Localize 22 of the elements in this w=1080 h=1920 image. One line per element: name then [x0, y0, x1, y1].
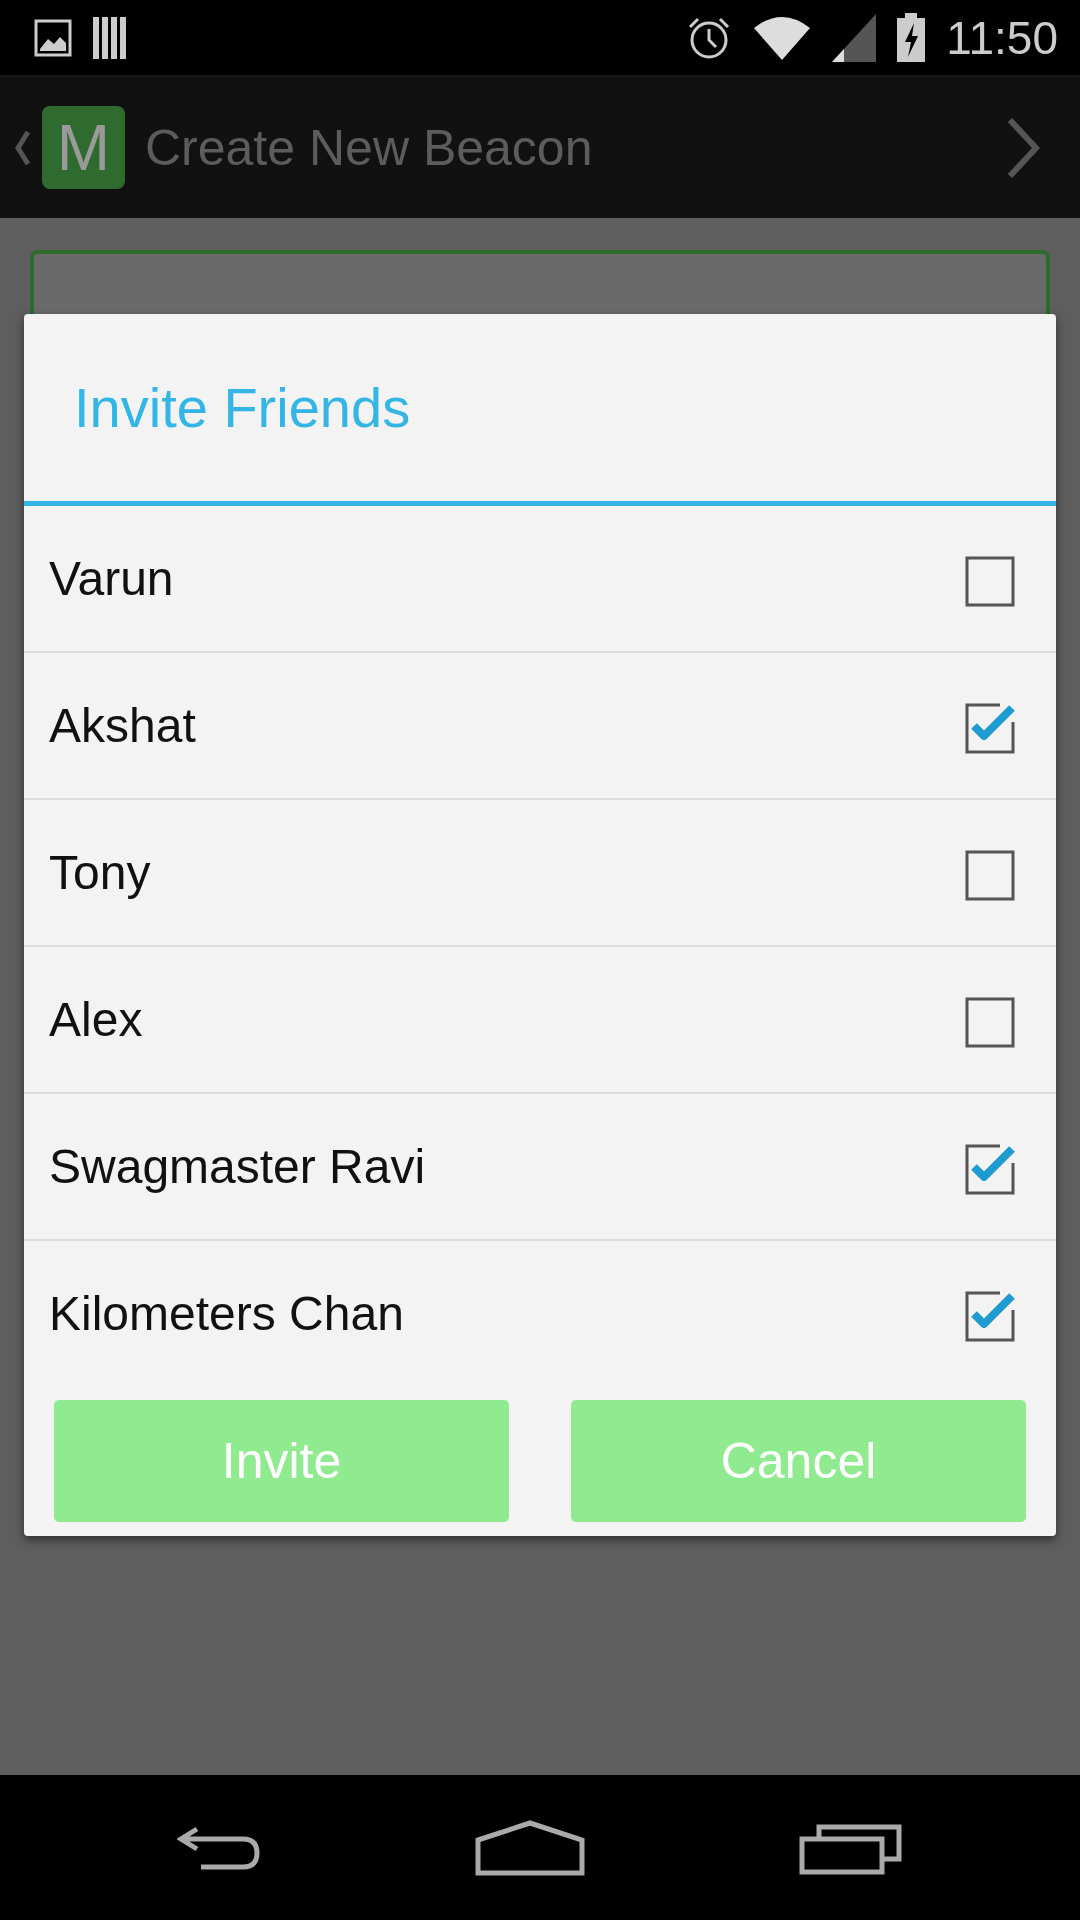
clock-time: 11:50 [946, 10, 1058, 65]
friend-row[interactable]: Swagmaster Ravi [24, 1094, 1056, 1241]
friend-name: Tony [49, 845, 151, 900]
image-icon [34, 18, 72, 57]
friend-row[interactable]: Varun [24, 506, 1056, 653]
friend-name: Varun [49, 551, 174, 606]
back-icon[interactable] [177, 1824, 261, 1871]
screen-title: Create New Beacon [145, 118, 593, 177]
battery-icon [896, 12, 927, 63]
dialog-title: Invite Friends [24, 314, 1056, 506]
home-icon[interactable] [475, 1819, 585, 1876]
signal-icon [832, 13, 877, 62]
friend-name: Akshat [49, 698, 196, 753]
forward-chevron-icon[interactable] [1006, 116, 1040, 179]
friend-row[interactable]: Kilometers Chan [24, 1241, 1056, 1386]
friend-name: Swagmaster Ravi [49, 1139, 426, 1194]
back-chevron-icon[interactable] [14, 129, 30, 166]
friend-name: Kilometers Chan [49, 1286, 404, 1341]
friend-row[interactable]: Akshat [24, 653, 1056, 800]
friend-row[interactable]: Tony [24, 800, 1056, 947]
friend-name: Alex [49, 992, 143, 1047]
friend-row[interactable]: Alex [24, 947, 1056, 1094]
